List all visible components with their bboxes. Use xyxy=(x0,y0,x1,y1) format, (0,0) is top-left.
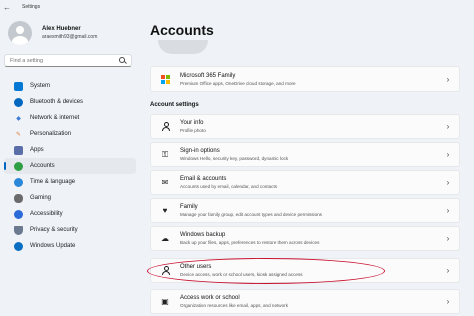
chevron-right-icon: › xyxy=(446,234,450,243)
sidebar-item-accessibility[interactable]: Accessibility xyxy=(4,206,136,222)
sidebar-item-bluetooth[interactable]: Bluetooth & devices xyxy=(4,94,136,110)
card-title: Sign-in options xyxy=(180,148,220,154)
shield-icon xyxy=(14,225,23,235)
sidebar-item-label: System xyxy=(30,83,51,89)
sidebar-item-privacy[interactable]: Privacy & security xyxy=(4,222,136,238)
search-input[interactable] xyxy=(10,57,119,64)
sidebar-item-label: Gaming xyxy=(30,195,52,201)
card-description: Organization resources like email, apps,… xyxy=(180,303,289,308)
card-title: Family xyxy=(180,204,198,210)
account-avatar xyxy=(158,40,208,54)
add-user-icon xyxy=(160,266,170,276)
card-title: Access work or school xyxy=(180,295,240,301)
bluetooth-icon xyxy=(14,97,23,107)
card-description: Accounts used by email, calendar, and co… xyxy=(180,184,278,189)
chevron-right-icon: › xyxy=(446,297,450,306)
microsoft-logo-icon xyxy=(160,74,170,84)
chevron-right-icon: › xyxy=(446,150,450,159)
apps-icon xyxy=(14,145,23,155)
card-your-info[interactable]: Your info Profile photo › xyxy=(150,114,460,139)
sidebar: Alex Huebner araesmith93@gmail.com Syste… xyxy=(0,14,140,316)
avatar xyxy=(8,21,32,45)
sidebar-item-label: Apps xyxy=(30,147,44,153)
family-icon: ♥ xyxy=(162,206,168,215)
card-other-users[interactable]: Other users Device access, work or schoo… xyxy=(150,258,460,283)
card-email-accounts[interactable]: ✉ Email & accounts Accounts used by emai… xyxy=(150,170,460,195)
card-description: Premium Office apps, OneDrive cloud stor… xyxy=(180,80,296,86)
sidebar-item-label: Personalization xyxy=(30,131,72,137)
back-arrow-icon[interactable]: ← xyxy=(0,0,14,14)
card-title: Windows backup xyxy=(180,232,226,238)
gamepad-icon xyxy=(14,193,23,203)
profile-name: Alex Huebner xyxy=(42,26,81,32)
profile-card[interactable]: Alex Huebner araesmith93@gmail.com xyxy=(0,14,140,52)
sidebar-item-label: Bluetooth & devices xyxy=(30,99,84,105)
mail-icon: ✉ xyxy=(161,178,169,187)
nav-list: System Bluetooth & devices ◆ Network & i… xyxy=(0,78,140,254)
backup-icon: ☁ xyxy=(161,234,169,243)
sidebar-item-label: Accounts xyxy=(30,163,55,169)
card-description: Device access, work or school users, kio… xyxy=(180,272,303,277)
sidebar-item-time-language[interactable]: Time & language xyxy=(4,174,136,190)
person-icon xyxy=(160,122,170,132)
accessibility-icon xyxy=(14,209,23,219)
sidebar-item-apps[interactable]: Apps xyxy=(4,142,136,158)
sidebar-item-label: Windows Update xyxy=(30,243,76,249)
chevron-right-icon: › xyxy=(446,266,450,275)
window-title: Settings xyxy=(22,4,41,10)
chevron-right-icon: › xyxy=(446,74,450,84)
card-description: Manage your family group, edit account t… xyxy=(180,212,322,217)
sidebar-item-label: Time & language xyxy=(30,179,76,185)
sidebar-item-label: Privacy & security xyxy=(30,227,78,233)
briefcase-icon: ▣ xyxy=(161,297,169,306)
globe-icon xyxy=(14,177,23,187)
sidebar-item-windows-update[interactable]: Windows Update xyxy=(4,238,136,254)
update-icon xyxy=(14,241,23,251)
chevron-right-icon: › xyxy=(446,122,450,131)
card-description: Back up your files, apps, preferences to… xyxy=(180,240,320,245)
search-icon[interactable] xyxy=(119,57,126,64)
chevron-right-icon: › xyxy=(446,206,450,215)
card-description: Windows Hello, security key, password, d… xyxy=(180,156,289,161)
page-title: Accounts xyxy=(150,22,214,38)
ms365-card[interactable]: Microsoft 365 Family Premium Office apps… xyxy=(150,66,460,92)
card-title: Microsoft 365 Family xyxy=(180,72,236,79)
sidebar-item-system[interactable]: System xyxy=(4,78,136,94)
title-bar: ← Settings xyxy=(0,0,474,14)
card-access-work-school[interactable]: ▣ Access work or school Organization res… xyxy=(150,289,460,314)
chevron-right-icon: › xyxy=(446,178,450,187)
card-description: Profile photo xyxy=(180,128,206,133)
brush-icon: ✎ xyxy=(15,131,22,138)
system-icon xyxy=(14,81,23,91)
search-box[interactable] xyxy=(4,54,132,67)
accounts-icon xyxy=(14,161,23,171)
sidebar-item-label: Accessibility xyxy=(30,211,63,217)
sidebar-item-accounts[interactable]: Accounts xyxy=(4,158,136,174)
sidebar-item-label: Network & internet xyxy=(30,115,80,121)
profile-email: araesmith93@gmail.com xyxy=(42,34,98,40)
section-heading: Account settings xyxy=(150,102,199,108)
wifi-icon: ◆ xyxy=(16,115,21,122)
card-title: Other users xyxy=(180,264,212,270)
card-family[interactable]: ♥ Family Manage your family group, edit … xyxy=(150,198,460,223)
card-sign-in-options[interactable]: ⚿ Sign-in options Windows Hello, securit… xyxy=(150,142,460,167)
main-panel: Accounts Microsoft 365 Family Premium Of… xyxy=(146,14,466,316)
card-title: Email & accounts xyxy=(180,176,227,182)
card-windows-backup[interactable]: ☁ Windows backup Back up your files, app… xyxy=(150,226,460,251)
key-icon: ⚿ xyxy=(161,149,169,159)
sidebar-item-network[interactable]: ◆ Network & internet xyxy=(4,110,136,126)
sidebar-item-gaming[interactable]: Gaming xyxy=(4,190,136,206)
card-title: Your info xyxy=(180,120,204,126)
sidebar-item-personalization[interactable]: ✎ Personalization xyxy=(4,126,136,142)
